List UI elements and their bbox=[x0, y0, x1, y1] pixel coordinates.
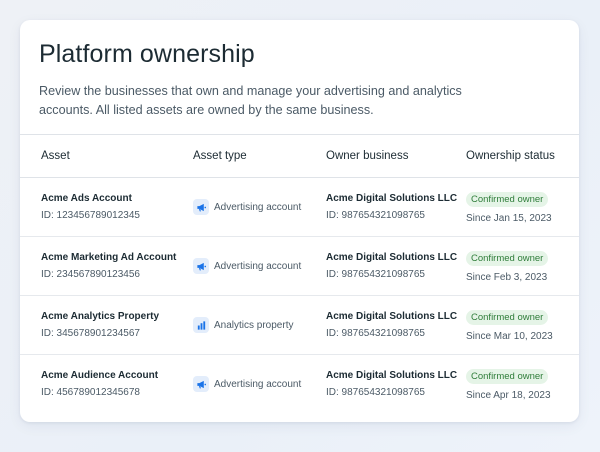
ownership-card: Platform ownership Review the businesses… bbox=[20, 20, 579, 422]
table-row[interactable]: Acme Audience Account ID: 45678901234567… bbox=[20, 355, 579, 413]
bar-chart-icon bbox=[193, 317, 209, 333]
asset-id: ID: 456789012345678 bbox=[41, 387, 140, 398]
asset-type-label: Advertising account bbox=[214, 201, 302, 213]
owner-business-name: Acme Digital Solutions LLC bbox=[326, 370, 458, 381]
owner-business-id: ID: 987654321098765 bbox=[326, 328, 425, 339]
owner-business-id: ID: 987654321098765 bbox=[326, 210, 425, 221]
asset-type: Advertising account bbox=[193, 198, 301, 216]
page-title: Platform ownership bbox=[39, 40, 255, 68]
table-header: Asset Asset type Owner business Ownershi… bbox=[20, 135, 579, 178]
asset-type: Advertising account bbox=[193, 257, 301, 275]
asset-type: Advertising account bbox=[193, 375, 301, 393]
ownership-since: Since Jan 15, 2023 bbox=[466, 213, 552, 224]
header-owner-business: Owner business bbox=[326, 150, 409, 162]
owner-business-id: ID: 987654321098765 bbox=[326, 387, 425, 398]
ownership-table: Asset Asset type Owner business Ownershi… bbox=[20, 134, 579, 413]
asset-id: ID: 123456789012345 bbox=[41, 210, 140, 221]
status-badge: Confirmed owner bbox=[466, 251, 549, 266]
asset-name: Acme Ads Account bbox=[41, 193, 132, 204]
asset-name: Acme Analytics Property bbox=[41, 311, 160, 322]
asset-name: Acme Audience Account bbox=[41, 370, 159, 381]
page-description: Review the businesses that own and manag… bbox=[39, 84, 462, 117]
header-ownership-status: Ownership status bbox=[466, 150, 555, 162]
megaphone-icon bbox=[193, 376, 209, 392]
owner-business-name: Acme Digital Solutions LLC bbox=[326, 252, 458, 263]
table-row[interactable]: Acme Marketing Ad Account ID: 2345678901… bbox=[20, 237, 579, 296]
header-asset: Asset bbox=[41, 150, 70, 162]
asset-id: ID: 234567890123456 bbox=[41, 269, 140, 280]
header-asset-type: Asset type bbox=[193, 150, 247, 162]
status-badge: Confirmed owner bbox=[466, 192, 549, 207]
asset-type-label: Analytics property bbox=[214, 319, 294, 331]
megaphone-icon bbox=[193, 258, 209, 274]
status-badge: Confirmed owner bbox=[466, 369, 549, 384]
owner-business-name: Acme Digital Solutions LLC bbox=[326, 311, 458, 322]
ownership-since: Since Mar 10, 2023 bbox=[466, 331, 553, 342]
asset-type-label: Advertising account bbox=[214, 378, 302, 390]
ownership-since: Since Feb 3, 2023 bbox=[466, 272, 548, 283]
asset-id: ID: 345678901234567 bbox=[41, 328, 140, 339]
status-badge: Confirmed owner bbox=[466, 310, 549, 325]
asset-name: Acme Marketing Ad Account bbox=[41, 252, 177, 263]
asset-type: Analytics property bbox=[193, 316, 293, 334]
owner-business-id: ID: 987654321098765 bbox=[326, 269, 425, 280]
asset-type-label: Advertising account bbox=[214, 260, 302, 272]
ownership-since: Since Apr 18, 2023 bbox=[466, 390, 551, 401]
table-row[interactable]: Acme Ads Account ID: 123456789012345 Adv… bbox=[20, 178, 579, 237]
owner-business-name: Acme Digital Solutions LLC bbox=[326, 193, 458, 204]
megaphone-icon bbox=[193, 199, 209, 215]
table-row[interactable]: Acme Analytics Property ID: 345678901234… bbox=[20, 296, 579, 355]
